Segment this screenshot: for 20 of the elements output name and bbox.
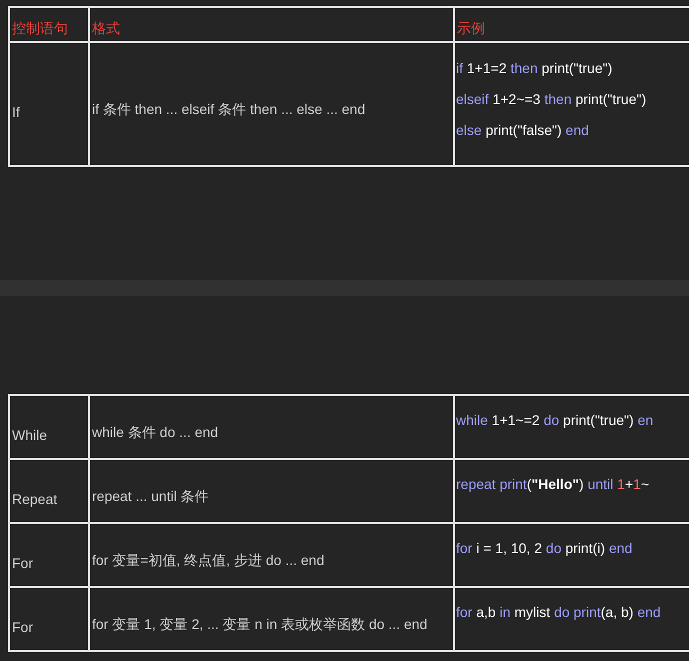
header-cell: 格式 [92, 20, 120, 36]
format-cell: while 条件 do ... end [92, 424, 218, 440]
code-line: repeat print("Hello") until 1+1~ [456, 475, 650, 494]
code-line: else print("false") end [456, 120, 589, 140]
code-line: while 1+1~=2 do print("true") en [456, 411, 654, 430]
statement-cell: If [12, 104, 20, 120]
format-cell: if 条件 then ... elseif 条件 then ... else ... end [92, 100, 366, 116]
statement-cell: Repeat [12, 490, 58, 506]
statement-cell: For [12, 554, 33, 570]
code-line: if 1+1=2 then print("true") [456, 58, 612, 78]
code-line: for i = 1, 10, 2 do print(i) end [456, 539, 632, 558]
code-line: elseif 1+2~=3 then print("true") [456, 90, 646, 109]
format-cell: repeat ... until 条件 [92, 488, 209, 504]
header-cell: 控制语句 [12, 20, 68, 36]
code-line: for a,b in mylist do print(a, b) end [456, 603, 661, 622]
format-cell: for 变量=初值, 终点值, 步进 do ... end [92, 552, 324, 568]
header-cell: 示例 [457, 20, 485, 36]
statement-cell: While [12, 426, 48, 442]
statement-cell: For [12, 618, 33, 634]
format-cell: for 变量 1, 变量 2, ... 变量 n in 表或枚举函数 do ... end [92, 616, 428, 632]
